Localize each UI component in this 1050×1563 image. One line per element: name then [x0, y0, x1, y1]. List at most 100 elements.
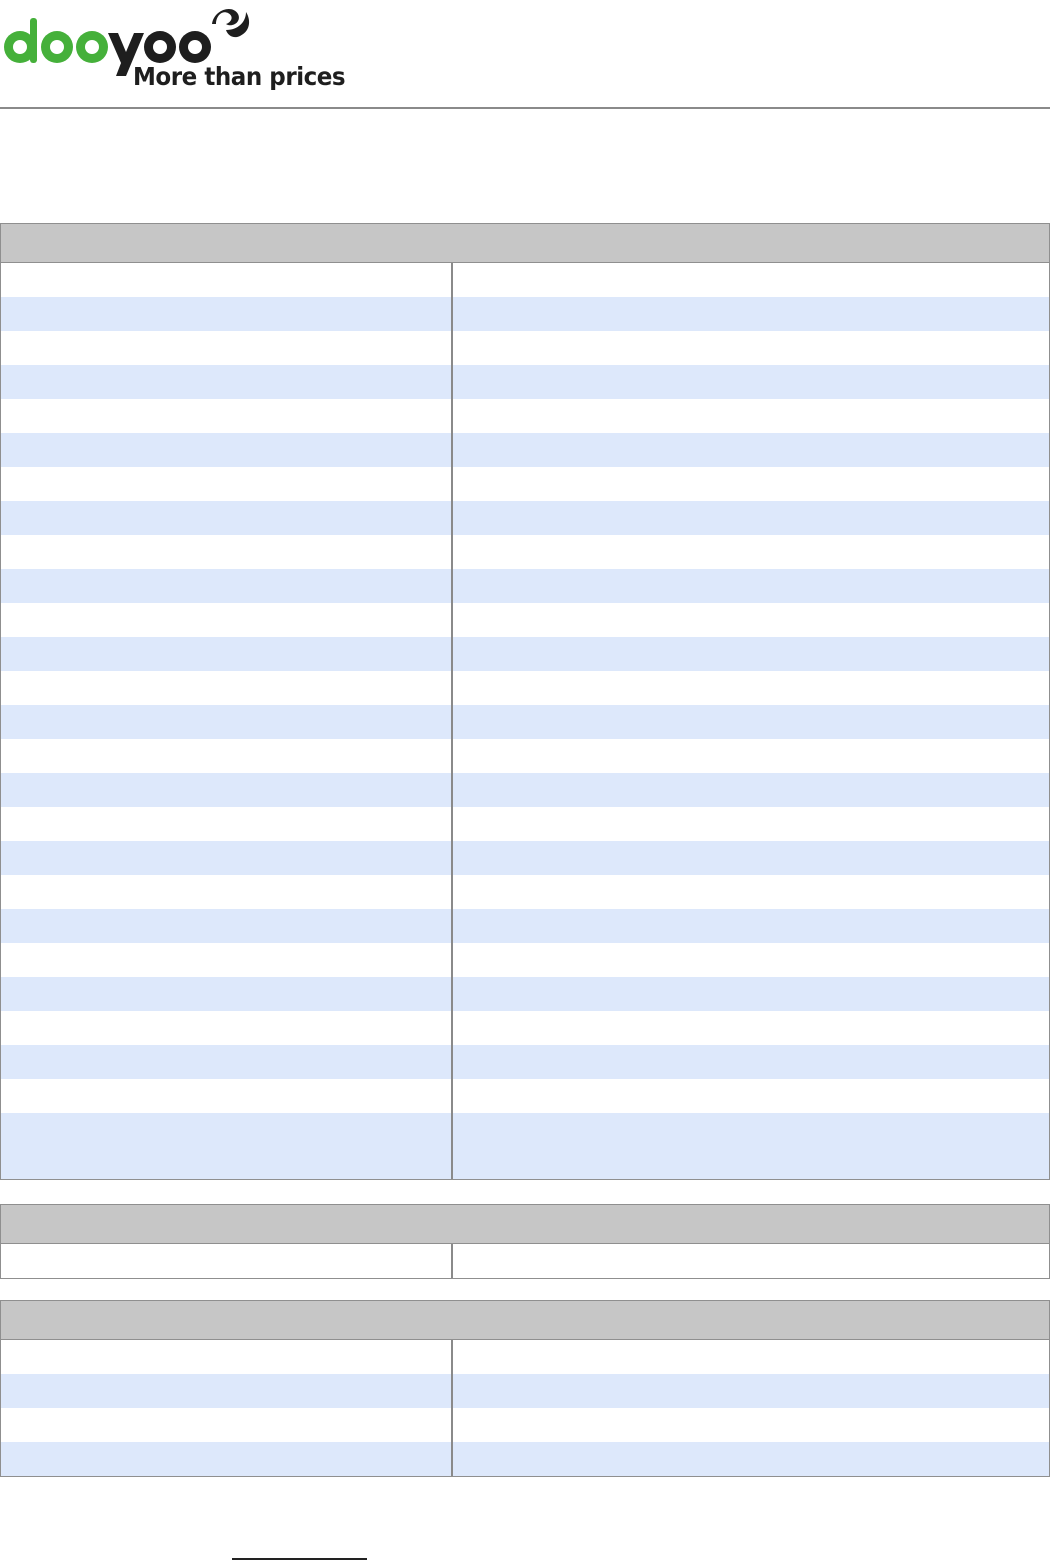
- row-value: [453, 467, 1049, 501]
- table-row: [1, 977, 1049, 1011]
- row-value: [453, 1408, 1049, 1442]
- row-label: [1, 943, 453, 977]
- table-row: [1, 1113, 1049, 1179]
- row-value: [453, 263, 1049, 297]
- row-value: [453, 501, 1049, 535]
- row-value: [453, 331, 1049, 365]
- row-value: [453, 297, 1049, 331]
- table-row: [1, 943, 1049, 977]
- row-value: [453, 1113, 1049, 1179]
- table-row: [1, 1340, 1049, 1374]
- row-label: [1, 909, 453, 943]
- table-row: [1, 263, 1049, 297]
- row-value: [453, 1374, 1049, 1408]
- table-row: [1, 535, 1049, 569]
- row-value: [453, 569, 1049, 603]
- table-row: [1, 1374, 1049, 1408]
- table-row: [1, 773, 1049, 807]
- row-value: [453, 1442, 1049, 1476]
- table-header: [1, 1205, 1049, 1244]
- row-label: [1, 1011, 453, 1045]
- row-value: [453, 1045, 1049, 1079]
- row-label: [1, 603, 453, 637]
- row-label: [1, 637, 453, 671]
- row-label: [1, 433, 453, 467]
- table-row: [1, 569, 1049, 603]
- row-value: [453, 841, 1049, 875]
- table-row: [1, 807, 1049, 841]
- row-label: [1, 1442, 453, 1476]
- row-label: [1, 1113, 453, 1179]
- table-body: [1, 1244, 1049, 1278]
- row-label: [1, 773, 453, 807]
- row-label: [1, 977, 453, 1011]
- row-label: [1, 739, 453, 773]
- row-label: [1, 467, 453, 501]
- table-row: [1, 399, 1049, 433]
- row-value: [453, 603, 1049, 637]
- table-row: [1, 909, 1049, 943]
- row-label: [1, 671, 453, 705]
- row-value: [453, 773, 1049, 807]
- row-value: [453, 1079, 1049, 1113]
- row-label: [1, 535, 453, 569]
- row-label: [1, 365, 453, 399]
- row-label: [1, 1374, 453, 1408]
- row-label: [1, 297, 453, 331]
- row-value: [453, 365, 1049, 399]
- row-label: [1, 1045, 453, 1079]
- row-value: [453, 875, 1049, 909]
- table-row: [1, 841, 1049, 875]
- table-row: [1, 671, 1049, 705]
- table-row: [1, 1011, 1049, 1045]
- page-header: More than prices: [0, 0, 1050, 109]
- table-row: [1, 467, 1049, 501]
- row-value: [453, 535, 1049, 569]
- row-value: [453, 399, 1049, 433]
- row-value: [453, 977, 1049, 1011]
- row-value: [453, 739, 1049, 773]
- row-value: [453, 1011, 1049, 1045]
- row-label: [1, 1408, 453, 1442]
- row-label: [1, 875, 453, 909]
- row-label: [1, 807, 453, 841]
- row-label: [1, 1244, 453, 1278]
- table-header: [1, 1301, 1049, 1340]
- table-row: [1, 433, 1049, 467]
- table-row: [1, 739, 1049, 773]
- footer-link-underline[interactable]: [232, 1558, 367, 1560]
- table-row: [1, 705, 1049, 739]
- row-value: [453, 671, 1049, 705]
- row-value: [453, 807, 1049, 841]
- row-value: [453, 637, 1049, 671]
- table-row: [1, 1244, 1049, 1278]
- row-value: [453, 1244, 1049, 1278]
- row-label: [1, 1340, 453, 1374]
- row-label: [1, 569, 453, 603]
- table-body: [1, 263, 1049, 1179]
- row-label: [1, 399, 453, 433]
- table-header: [1, 224, 1049, 263]
- row-label: [1, 501, 453, 535]
- table-body: [1, 1340, 1049, 1476]
- table-row: [1, 603, 1049, 637]
- row-label: [1, 841, 453, 875]
- table-row: [1, 1442, 1049, 1476]
- row-value: [453, 909, 1049, 943]
- row-label: [1, 263, 453, 297]
- table-row: [1, 1079, 1049, 1113]
- dooyoo-logo[interactable]: More than prices: [0, 0, 346, 100]
- table-row: [1, 875, 1049, 909]
- row-value: [453, 1340, 1049, 1374]
- spec-table-main: [0, 223, 1050, 1180]
- row-value: [453, 943, 1049, 977]
- row-label: [1, 331, 453, 365]
- row-value: [453, 705, 1049, 739]
- table-row: [1, 365, 1049, 399]
- row-value: [453, 433, 1049, 467]
- table-row: [1, 501, 1049, 535]
- row-label: [1, 705, 453, 739]
- table-row: [1, 331, 1049, 365]
- spec-table-extra: [0, 1300, 1050, 1477]
- table-row: [1, 1408, 1049, 1442]
